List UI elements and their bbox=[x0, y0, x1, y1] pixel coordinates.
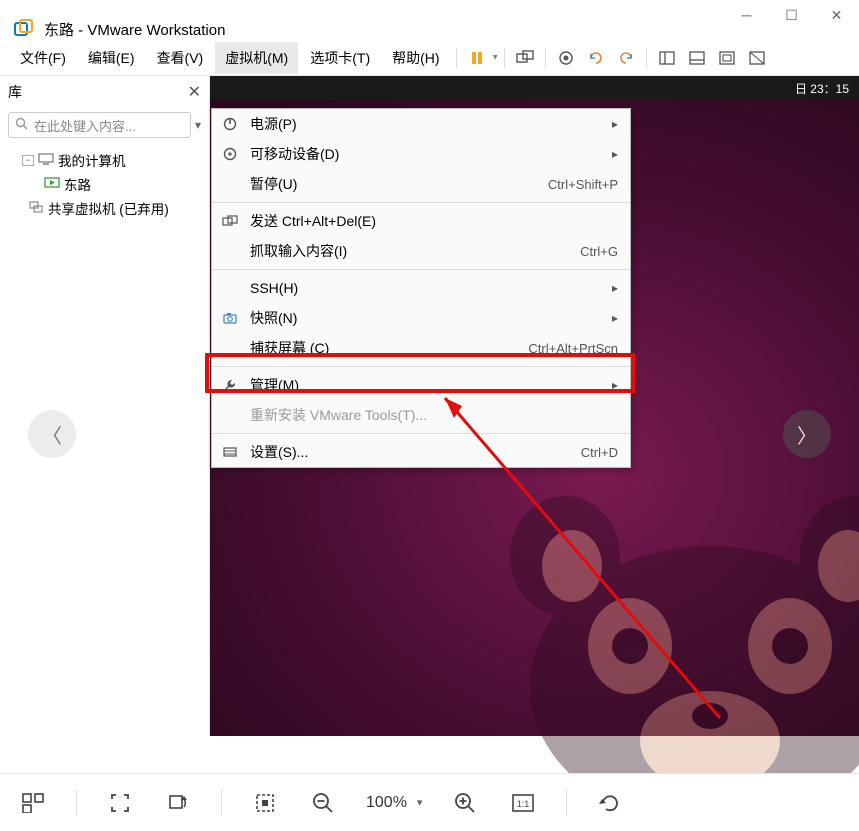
tree-my-computer[interactable]: − 我的计算机 bbox=[4, 148, 205, 172]
fullscreen-button[interactable] bbox=[105, 788, 135, 818]
separator bbox=[545, 48, 546, 68]
settings-icon bbox=[220, 446, 240, 458]
tree-vm-donglu[interactable]: 东路 bbox=[4, 172, 205, 196]
view-fullscreen-button[interactable] bbox=[713, 44, 741, 72]
next-image-button[interactable]: 〉 bbox=[783, 410, 831, 458]
snapshot-icon bbox=[220, 312, 240, 324]
menu-item-pause[interactable]: 暂停(U) Ctrl+Shift+P bbox=[212, 169, 630, 199]
tree-label: 我的计算机 bbox=[58, 150, 126, 170]
zoom-dropdown-icon[interactable]: ▾ bbox=[417, 796, 423, 809]
menu-help[interactable]: 帮助(H) bbox=[382, 42, 449, 74]
minimize-button[interactable]: ─ bbox=[724, 0, 769, 30]
separator bbox=[212, 433, 630, 434]
menu-tabs[interactable]: 选项卡(T) bbox=[300, 42, 380, 74]
prev-image-button[interactable]: 〈 bbox=[28, 410, 76, 458]
guest-topbar: 日 23：15 bbox=[210, 76, 859, 100]
zoom-out-button[interactable] bbox=[308, 788, 338, 818]
search-dropdown-icon[interactable]: ▾ bbox=[195, 118, 201, 132]
tree-label: 东路 bbox=[64, 174, 91, 194]
menu-item-removable-devices[interactable]: 可移动设备(D) ▸ bbox=[212, 139, 630, 169]
separator bbox=[504, 48, 505, 68]
separator bbox=[456, 48, 457, 68]
power-icon bbox=[220, 117, 240, 131]
separator bbox=[212, 269, 630, 270]
zoom-in-button[interactable] bbox=[450, 788, 480, 818]
search-placeholder: 在此处键入内容... bbox=[34, 116, 136, 135]
submenu-arrow-icon: ▸ bbox=[612, 117, 618, 131]
view-console-button[interactable] bbox=[683, 44, 711, 72]
sidebar-close-button[interactable]: ✕ bbox=[188, 82, 201, 102]
svg-text:1:1: 1:1 bbox=[517, 799, 530, 809]
menu-item-snapshot[interactable]: 快照(N) ▸ bbox=[212, 303, 630, 333]
separator bbox=[212, 202, 630, 203]
submenu-arrow-icon: ▸ bbox=[612, 281, 618, 295]
menu-item-power[interactable]: 电源(P) ▸ bbox=[212, 109, 630, 139]
status-bar: 100% ▾ 1:1 bbox=[0, 773, 859, 831]
submenu-arrow-icon: ▸ bbox=[612, 311, 618, 325]
separator bbox=[221, 790, 222, 816]
guest-clock: 日 23：15 bbox=[795, 80, 849, 97]
tree-label: 共享虚拟机 (已弃用) bbox=[48, 198, 169, 218]
submenu-arrow-icon: ▸ bbox=[612, 147, 618, 161]
tree-shared-vms[interactable]: 共享虚拟机 (已弃用) bbox=[4, 196, 205, 220]
menu-item-send-cad[interactable]: 发送 Ctrl+Alt+Del(E) bbox=[212, 206, 630, 236]
view-unity-button[interactable] bbox=[743, 44, 771, 72]
menu-item-reinstall-vmware-tools: 重新安装 VMware Tools(T)... bbox=[212, 400, 630, 430]
menu-item-manage[interactable]: 管理(M) ▸ bbox=[212, 370, 630, 400]
menu-item-settings[interactable]: 设置(S)... Ctrl+D bbox=[212, 437, 630, 467]
menu-file[interactable]: 文件(F) bbox=[10, 42, 76, 74]
rotate-button[interactable] bbox=[163, 788, 193, 818]
disc-icon bbox=[220, 147, 240, 161]
submenu-arrow-icon: ▸ bbox=[612, 378, 618, 392]
refresh-button[interactable] bbox=[595, 788, 625, 818]
menu-vm[interactable]: 虚拟机(M) bbox=[215, 42, 298, 74]
vm-dropdown-menu: 电源(P) ▸ 可移动设备(D) ▸ 暂停(U) Ctrl+Shift+P 发送… bbox=[211, 108, 631, 468]
snapshot-back-button[interactable] bbox=[582, 44, 610, 72]
send-cad-icon bbox=[220, 215, 240, 227]
thumbnail-view-button[interactable] bbox=[18, 788, 48, 818]
close-button[interactable]: ✕ bbox=[814, 0, 859, 30]
maximize-button[interactable]: ☐ bbox=[769, 0, 814, 30]
library-search-input[interactable]: 在此处键入内容... bbox=[8, 112, 191, 138]
separator bbox=[566, 790, 567, 816]
computer-icon bbox=[38, 153, 54, 168]
actual-size-button[interactable]: 1:1 bbox=[508, 788, 538, 818]
shared-icon bbox=[28, 200, 44, 217]
menu-item-ssh[interactable]: SSH(H) ▸ bbox=[212, 273, 630, 303]
snapshot-manager-button[interactable] bbox=[612, 44, 640, 72]
window-title: 东路 - VMware Workstation bbox=[44, 19, 225, 40]
menu-item-grab-input[interactable]: 抓取输入内容(I) Ctrl+G bbox=[212, 236, 630, 266]
zoom-level-label: 100% bbox=[366, 794, 407, 812]
snapshot-button[interactable] bbox=[552, 44, 580, 72]
wallpaper-graphic bbox=[490, 496, 859, 816]
menu-item-capture-screen[interactable]: 捕获屏幕 (C) Ctrl+Alt+PrtScn bbox=[212, 333, 630, 363]
separator bbox=[76, 790, 77, 816]
separator bbox=[212, 366, 630, 367]
search-icon bbox=[15, 117, 28, 133]
pause-button[interactable] bbox=[463, 44, 491, 72]
send-cad-button[interactable] bbox=[511, 44, 539, 72]
wrench-icon bbox=[220, 378, 240, 392]
sidebar-title: 库 bbox=[8, 82, 22, 102]
collapse-icon[interactable]: − bbox=[22, 155, 34, 166]
library-sidebar: 库 ✕ 在此处键入内容... ▾ − 我的计算机 东路 bbox=[0, 76, 210, 736]
menu-edit[interactable]: 编辑(E) bbox=[78, 42, 145, 74]
menu-view[interactable]: 查看(V) bbox=[147, 42, 214, 74]
view-sidebar-button[interactable] bbox=[653, 44, 681, 72]
separator bbox=[646, 48, 647, 68]
vm-running-icon bbox=[44, 177, 60, 192]
vmware-app-icon bbox=[14, 19, 34, 39]
fit-button[interactable] bbox=[250, 788, 280, 818]
dropdown-icon[interactable]: ▾ bbox=[493, 52, 498, 63]
